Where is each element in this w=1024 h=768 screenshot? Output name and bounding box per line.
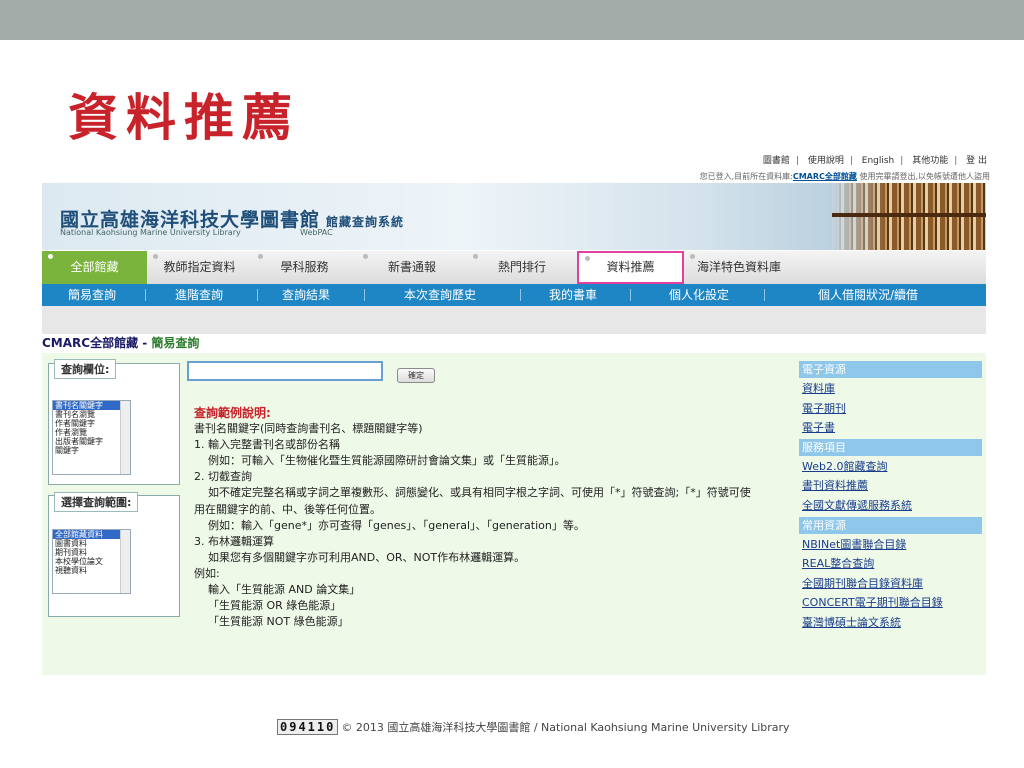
sub-navigation: 簡易查詢 進階查詢 查詢結果 本次查詢歷史 我的書車 個人化設定 個人借閱狀況/… — [42, 284, 986, 306]
list-scrollbar[interactable] — [120, 401, 130, 474]
subnav-book-cart[interactable]: 我的書車 — [549, 284, 597, 306]
current-db: CMARC全部館藏 — [792, 172, 857, 181]
list-item[interactable]: 書刊名瀏覽 — [53, 410, 130, 419]
list-item[interactable]: 書刊名關鍵字 — [53, 401, 130, 410]
list-item[interactable]: 本校學位論文 — [53, 557, 130, 566]
help-line: 2. 切截查詢 — [194, 470, 252, 484]
subnav-borrowing-status[interactable]: 個人借閱狀況/續借 — [818, 284, 918, 306]
sidebar-header-common: 常用資源 — [799, 516, 982, 534]
logout-link[interactable]: 登 出 — [966, 156, 987, 166]
help-link[interactable]: 使用說明 — [808, 156, 844, 166]
list-item[interactable]: 全部館藏資料 — [53, 530, 130, 539]
sidebar-link-e-journals[interactable]: 電子期刊 — [799, 399, 982, 419]
library-banner: 國立高雄海洋科技大學圖書館 館藏查詢系統 National Kaohsiung M… — [42, 183, 986, 250]
slide-title: 資料推薦 — [68, 88, 300, 147]
help-line: 「生質能源 NOT 綠色能源」 — [208, 615, 349, 629]
submit-button[interactable]: 確定 — [397, 368, 435, 383]
english-link[interactable]: English — [862, 156, 895, 166]
help-line: 3. 布林邏輯運算 — [194, 534, 274, 548]
tab-marine-databases[interactable]: 海洋特色資料庫 — [684, 251, 794, 284]
list-item[interactable]: 作者瀏覽 — [53, 428, 130, 437]
sidebar-link-databases[interactable]: 資料庫 — [799, 379, 982, 399]
breadcrumb: CMARC全部館藏 - 簡易查詢 — [42, 336, 200, 350]
gray-band — [42, 306, 986, 334]
sidebar-link-nbinet[interactable]: NBINet圖書聯合目錄 — [799, 535, 982, 555]
top-links: 圖書館 | 使用說明 | English | 其他功能 | 登 出 您已登入,目前所在資… — [640, 153, 990, 182]
field-select-label: 查詢欄位: — [54, 359, 117, 379]
help-line: 輸入「生質能源 AND 論文集」 — [208, 583, 361, 597]
field-select-list[interactable]: 書刊名關鍵字 書刊名瀏覽 作者關鍵字 作者瀏覽 出版者關鍵字 關鍵字 — [52, 400, 131, 475]
sidebar-header-services: 服務項目 — [799, 438, 982, 456]
help-line: 例如: — [194, 566, 220, 580]
list-item[interactable]: 出版者關鍵字 — [53, 437, 130, 446]
bookshelf-image — [832, 183, 986, 250]
library-english-name: National Kaohsiung Marine University Lib… — [60, 228, 241, 237]
help-line: 用在關鍵字的前、中、後等任何位置。 — [194, 502, 381, 516]
resource-sidebar: 電子資源 資料庫 電子期刊 電子書 服務項目 Web2.0館藏查詢 書刊資料推薦… — [799, 360, 982, 633]
visitor-counter: 094110 — [277, 719, 339, 735]
subnav-search-results[interactable]: 查詢結果 — [282, 284, 330, 306]
sidebar-link-real[interactable]: REAL整合查詢 — [799, 554, 982, 574]
help-line: 如不確定完整名稱或字詞之單複數形、詞態變化、或具有相同字根之字詞、可使用「*」符… — [208, 486, 751, 500]
tab-teacher-reserves[interactable]: 教師指定資料 — [147, 251, 252, 284]
scope-select-label: 選擇查詢範圍: — [54, 492, 139, 512]
webpac-label: WebPAC — [300, 228, 333, 237]
subnav-search-history[interactable]: 本次查詢歷史 — [404, 284, 476, 306]
subnav-personal-settings[interactable]: 個人化設定 — [669, 284, 729, 306]
help-line: 書刊名關鍵字(同時查詢書刊名、標題關鍵字等) — [194, 422, 423, 436]
search-help: 查詢範例說明: 書刊名關鍵字(同時查詢書刊名、標題關鍵字等) 1. 輸入完整書刊… — [194, 405, 794, 630]
scope-select-list[interactable]: 全部館藏資料 圖書資料 期刊資料 本校學位論文 視聽資料 — [52, 529, 131, 594]
help-line: 「生質能源 OR 綠色能源」 — [208, 599, 342, 613]
list-item[interactable]: 作者關鍵字 — [53, 419, 130, 428]
tab-popular-ranking[interactable]: 熱門排行 — [467, 251, 577, 284]
list-item[interactable]: 視聽資料 — [53, 566, 130, 575]
tab-all-collections[interactable]: 全部館藏 — [42, 251, 147, 284]
sidebar-link-e-books[interactable]: 電子書 — [799, 418, 982, 438]
subnav-advanced-search[interactable]: 進階查詢 — [175, 284, 223, 306]
help-line: 例如：可輸入「生物催化暨生質能源國際研討會論文集」或「生質能源」。 — [208, 454, 566, 468]
search-panel: 查詢欄位: 書刊名關鍵字 書刊名瀏覽 作者關鍵字 作者瀏覽 出版者關鍵字 關鍵字… — [42, 353, 986, 675]
subnav-simple-search[interactable]: 簡易查詢 — [68, 284, 116, 306]
page-footer: 094110 © 2013 國立高雄海洋科技大學圖書館 / National Ka… — [277, 719, 790, 735]
tab-new-books[interactable]: 新書通報 — [357, 251, 467, 284]
sidebar-link-concert[interactable]: CONCERT電子期刊聯合目錄 — [799, 593, 982, 613]
sidebar-header-e-resources: 電子資源 — [799, 361, 982, 378]
sidebar-link-web20[interactable]: Web2.0館藏查詢 — [799, 457, 982, 477]
help-line: 如果您有多個關鍵字亦可利用AND、OR、NOT作布林邏輯運算。 — [208, 550, 526, 564]
help-line: 例如：輸入「gene*」亦可查得「genes」、「general」、「gener… — [208, 518, 585, 532]
help-line: 1. 輸入完整書刊名或部份名稱 — [194, 438, 340, 452]
tab-recommendations[interactable]: 資料推薦 — [577, 251, 684, 284]
list-item[interactable]: 關鍵字 — [53, 446, 130, 455]
list-scrollbar[interactable] — [120, 530, 130, 593]
breadcrumb-current: 簡易查詢 — [151, 336, 200, 350]
tab-subject-services[interactable]: 學科服務 — [252, 251, 357, 284]
copyright-text: © 2013 國立高雄海洋科技大學圖書館 / National Kaohsiun… — [341, 721, 790, 734]
help-title: 查詢範例說明: — [194, 406, 271, 420]
search-input[interactable] — [187, 361, 383, 381]
main-tabs: 全部館藏 教師指定資料 學科服務 新書通報 熱門排行 資料推薦 海洋特色資料庫 — [42, 251, 986, 284]
sidebar-link-theses[interactable]: 臺灣博碩士論文系統 — [799, 613, 982, 633]
other-functions-link[interactable]: 其他功能 — [912, 156, 948, 166]
sidebar-link-journal-catalog[interactable]: 全國期刊聯合目錄資料庫 — [799, 574, 982, 594]
sidebar-link-recommend[interactable]: 書刊資料推薦 — [799, 476, 982, 496]
library-link[interactable]: 圖書館 — [763, 156, 790, 166]
slide-top-bar — [0, 0, 1024, 40]
login-notice: 您已登入,目前所在資料庫:CMARC全部館藏 使用完畢請登出,以免帳號遭他人盜用 — [699, 172, 990, 181]
list-item[interactable]: 圖書資料 — [53, 539, 130, 548]
list-item[interactable]: 期刊資料 — [53, 548, 130, 557]
sidebar-link-document-delivery[interactable]: 全國文獻傳遞服務系統 — [799, 496, 982, 516]
